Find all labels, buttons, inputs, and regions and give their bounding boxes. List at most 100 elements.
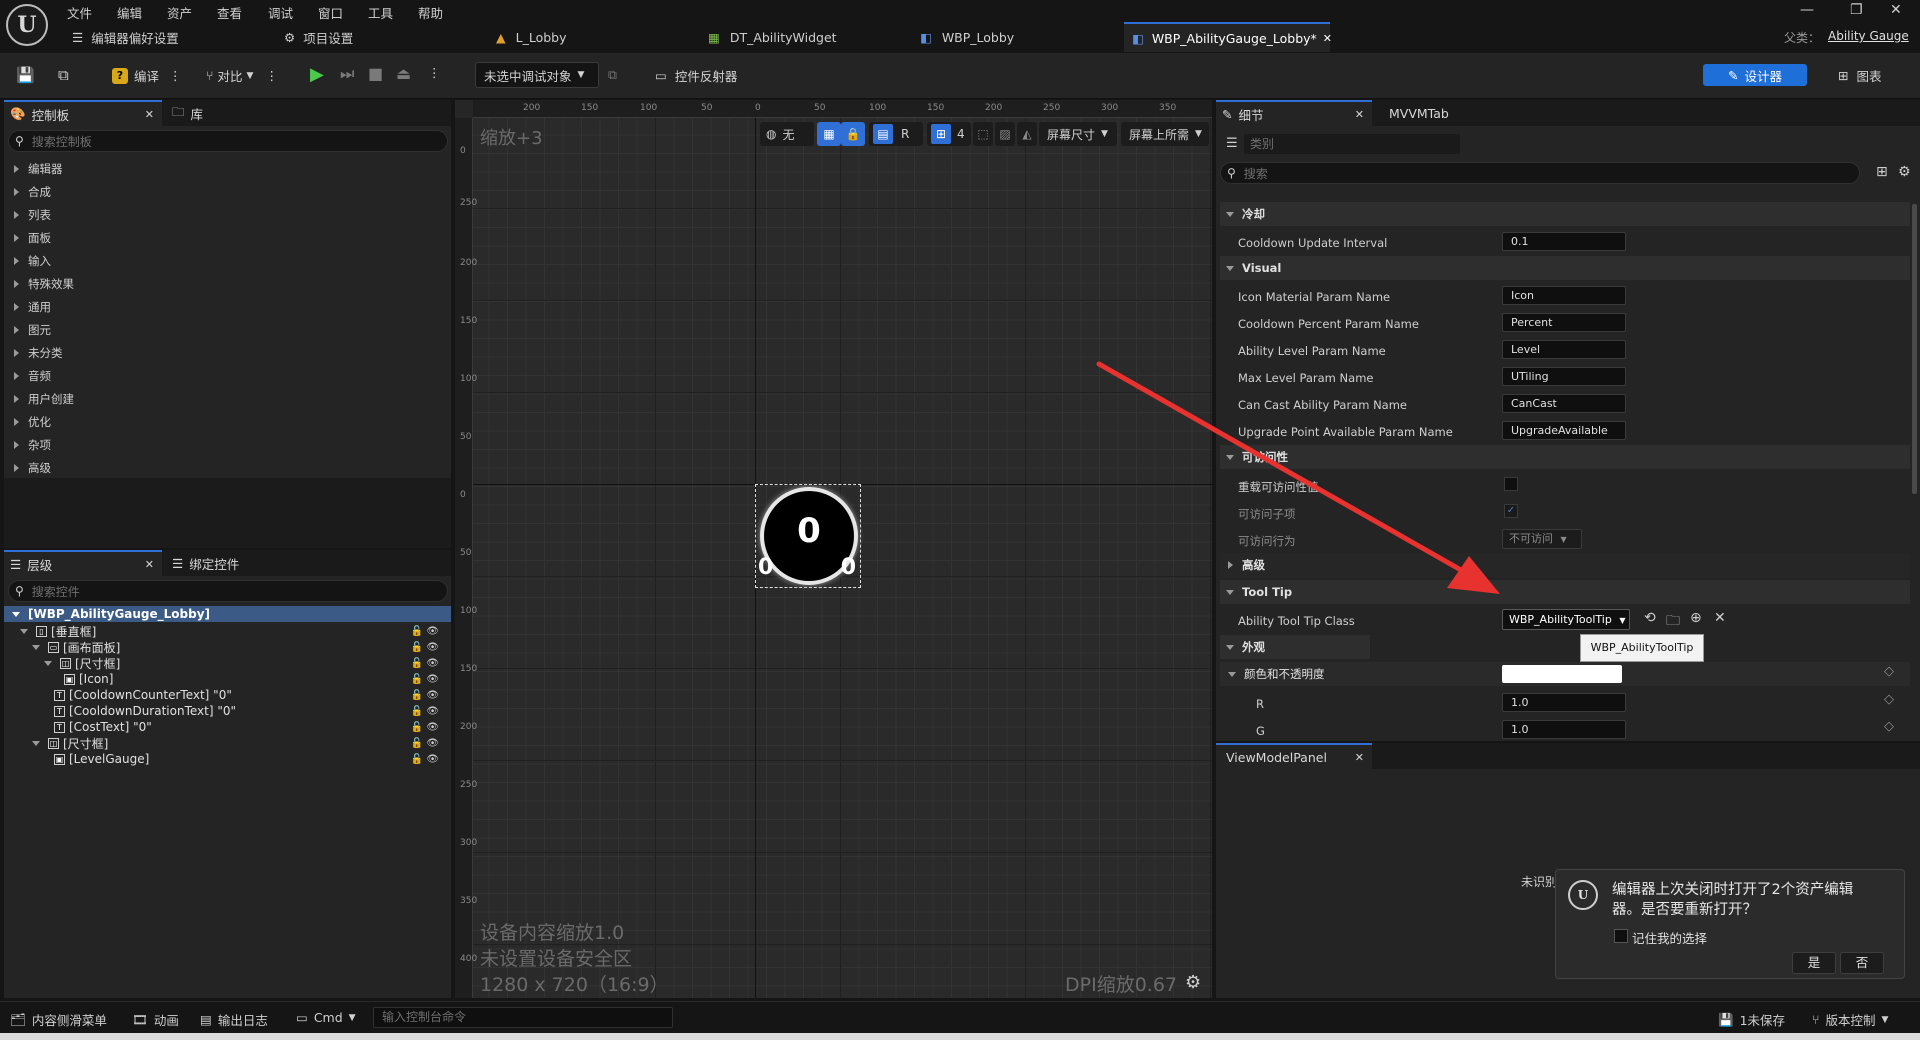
hierarchy-item-size-box[interactable]: ◫ [尺寸框] 🔓 👁 bbox=[44, 655, 447, 671]
tab-viewmodel[interactable]: ViewModelPanel ✕ bbox=[1216, 743, 1372, 769]
keyframe-diamond-icon[interactable]: ◇ bbox=[1884, 719, 1894, 734]
lock-visibility-icon[interactable]: 🔓 👁 bbox=[411, 674, 439, 685]
source-control-button[interactable]: ⑂ 版本控制 ▼ bbox=[1812, 1010, 1888, 1029]
preview-toggle[interactable]: ⬚ bbox=[973, 122, 993, 146]
tooltip-class-select[interactable]: WBP_AbilityToolTip ▼ bbox=[1502, 609, 1630, 630]
widget-reflector-button[interactable]: ▭ 控件反射器 bbox=[655, 66, 737, 85]
table-view-icon[interactable]: ⊞ bbox=[1876, 164, 1888, 180]
compile-button[interactable]: ? 编译 ⋮ bbox=[112, 66, 182, 85]
close-tab-icon[interactable]: ✕ bbox=[1355, 108, 1364, 121]
respect-locks-toggle[interactable]: ▤ R bbox=[869, 122, 923, 146]
hierarchy-item-vertical-box[interactable]: ▯ [垂直框] 🔓 👁 bbox=[20, 623, 447, 639]
dialog-yes-button[interactable]: 是 bbox=[1792, 952, 1836, 974]
project-settings-button[interactable]: ⚙ 项目设置 bbox=[284, 22, 353, 52]
grid-snap-toggle[interactable]: ⊞ 4 bbox=[927, 122, 971, 146]
tab-mvvm[interactable]: MVVMTab bbox=[1389, 100, 1449, 126]
dpi-settings-gear-icon[interactable]: ⚙ bbox=[1185, 972, 1201, 993]
eject-icon[interactable]: ⏏ bbox=[396, 64, 411, 83]
diff-button[interactable]: ⑂ 对比 ▼ ⋮ bbox=[206, 66, 278, 85]
palette-category-misc[interactable]: 杂项 bbox=[14, 437, 51, 453]
settings-gear-icon[interactable]: ⚙ bbox=[1898, 164, 1911, 180]
designer-mode-button[interactable]: ✎ 设计器 bbox=[1703, 64, 1807, 86]
color-swatch[interactable] bbox=[1502, 665, 1622, 683]
tab-wbp-abilitygauge-lobby[interactable]: ◧ WBP_AbilityGauge_Lobby* ✕ bbox=[1124, 22, 1332, 52]
lock-visibility-icon[interactable]: 🔓 👁 bbox=[411, 738, 439, 749]
prop-color-r-input[interactable]: 1.0 bbox=[1502, 693, 1626, 712]
add-icon[interactable]: ⊕ bbox=[1690, 610, 1702, 626]
hierarchy-item-icon[interactable]: ▣ [Icon] 🔓 👁 bbox=[64, 671, 447, 687]
tab-library[interactable]: 🗀 库 bbox=[172, 100, 203, 126]
palette-category-optimization[interactable]: 优化 bbox=[14, 414, 51, 430]
details-scrollbar[interactable] bbox=[1912, 204, 1917, 494]
menu-tools[interactable]: 工具 bbox=[368, 3, 393, 22]
close-tab-icon[interactable]: ✕ bbox=[1323, 32, 1332, 45]
hierarchy-root[interactable]: [WBP_AbilityGauge_Lobby] bbox=[4, 606, 451, 622]
prop-cooldown-percent-input[interactable]: Percent bbox=[1502, 313, 1626, 332]
section-appearance[interactable]: 外观 bbox=[1220, 635, 1370, 659]
snap-toggle[interactable]: ▦ bbox=[817, 122, 841, 146]
save-icon[interactable]: 💾 bbox=[16, 66, 35, 84]
lock-visibility-icon[interactable]: 🔓 👁 bbox=[411, 754, 439, 765]
prop-upgrade-point-input[interactable]: UpgradeAvailable bbox=[1502, 421, 1626, 440]
screen-size-select[interactable]: 屏幕尺寸 ▼ bbox=[1039, 122, 1117, 146]
palette-category-primitive[interactable]: 图元 bbox=[14, 322, 51, 338]
more-options-icon[interactable]: ⋮ bbox=[265, 68, 278, 83]
console-command-input[interactable]: 输入控制台命令 bbox=[373, 1007, 673, 1028]
lock-visibility-icon[interactable]: 🔓 👁 bbox=[411, 706, 439, 717]
tab-palette[interactable]: 🎨 控制板 ✕ bbox=[4, 100, 162, 126]
lock-visibility-icon[interactable]: 🔓 👁 bbox=[411, 690, 439, 701]
output-log-button[interactable]: ▤ 输出日志 bbox=[200, 1010, 268, 1029]
step-icon[interactable]: ⏭ bbox=[340, 64, 354, 84]
browse-folder-icon[interactable]: 🗀 bbox=[1666, 610, 1680, 634]
clear-icon[interactable]: ✕ bbox=[1714, 610, 1726, 626]
more-options-icon[interactable]: ⋮ bbox=[428, 65, 441, 80]
tab-wbp-lobby[interactable]: ◧ WBP_Lobby bbox=[920, 22, 1014, 52]
debug-target-select[interactable]: 未选中调试对象 ▼ bbox=[475, 62, 599, 88]
remember-choice-checkbox[interactable] bbox=[1614, 929, 1628, 943]
lock-visibility-icon[interactable]: 🔓 👁 bbox=[411, 642, 439, 653]
section-cooldown[interactable]: 冷却 bbox=[1220, 202, 1910, 226]
graph-mode-button[interactable]: ⊞ 图表 bbox=[1838, 66, 1882, 85]
palette-category-input[interactable]: 输入 bbox=[14, 253, 51, 269]
menu-debug[interactable]: 调试 bbox=[268, 3, 293, 22]
palette-category-editor[interactable]: 编辑器 bbox=[14, 161, 63, 177]
parent-class-link[interactable]: Ability Gauge bbox=[1828, 29, 1909, 43]
category-filter-input[interactable]: 类别 bbox=[1244, 134, 1460, 154]
prop-max-level-input[interactable]: UTiling bbox=[1502, 367, 1626, 386]
close-tab-icon[interactable]: ✕ bbox=[1355, 751, 1364, 764]
world-space-toggle[interactable]: ◍ 无 bbox=[760, 122, 814, 146]
lock-visibility-icon[interactable]: 🔓 👁 bbox=[411, 658, 439, 669]
menu-help[interactable]: 帮助 bbox=[418, 3, 443, 22]
use-selected-icon[interactable]: ⟲ bbox=[1644, 610, 1656, 626]
animation-button[interactable]: 🎞 动画 bbox=[132, 1010, 179, 1029]
editor-preferences-button[interactable]: ☰ 编辑器偏好设置 bbox=[72, 22, 179, 52]
content-drawer-button[interactable]: 🗂 内容侧滑菜单 bbox=[10, 1010, 107, 1029]
prop-can-cast-input[interactable]: CanCast bbox=[1502, 394, 1626, 413]
details-search-input[interactable]: ⚲ 搜索 bbox=[1220, 162, 1860, 184]
palette-category-effects[interactable]: 特殊效果 bbox=[14, 276, 74, 292]
close-window-icon[interactable]: ✕ bbox=[1890, 2, 1902, 18]
menu-view[interactable]: 查看 bbox=[217, 3, 242, 22]
palette-category-common[interactable]: 通用 bbox=[14, 299, 51, 315]
palette-category-user-created[interactable]: 用户创建 bbox=[14, 391, 74, 407]
palette-category-panel[interactable]: 面板 bbox=[14, 230, 51, 246]
prop-icon-material-input[interactable]: Icon bbox=[1502, 286, 1626, 305]
palette-category-audio[interactable]: 音频 bbox=[14, 368, 51, 384]
hierarchy-search-input[interactable]: ⚲ 搜索控件 bbox=[8, 580, 448, 602]
more-options-icon[interactable]: ⋮ bbox=[169, 68, 182, 83]
dialog-no-button[interactable]: 否 bbox=[1840, 952, 1884, 974]
lock-toggle[interactable]: 🔒 bbox=[841, 122, 865, 146]
play-icon[interactable]: ▶ bbox=[310, 64, 324, 85]
close-tab-icon[interactable]: ✕ bbox=[145, 108, 154, 121]
tab-l-lobby[interactable]: ▲ L_Lobby bbox=[496, 22, 567, 52]
palette-search-input[interactable]: ⚲ 搜索控制板 bbox=[8, 130, 448, 152]
close-tab-icon[interactable]: ✕ bbox=[145, 558, 154, 571]
flip-toggle[interactable]: ◭ bbox=[1017, 122, 1037, 146]
tab-bind-widgets[interactable]: ☰ 绑定控件 bbox=[172, 550, 239, 576]
hierarchy-item-level-gauge[interactable]: ▣ [LevelGauge] 🔓 👁 bbox=[54, 751, 447, 767]
hierarchy-item-cooldown-duration-text[interactable]: T [CooldownDurationText] "0" 🔓 👁 bbox=[54, 703, 447, 719]
prop-ability-level-input[interactable]: Level bbox=[1502, 340, 1626, 359]
menu-asset[interactable]: 资产 bbox=[167, 3, 192, 22]
lock-visibility-icon[interactable]: 🔓 👁 bbox=[411, 722, 439, 733]
cmd-select[interactable]: ▭ Cmd ▼ bbox=[296, 1010, 356, 1025]
